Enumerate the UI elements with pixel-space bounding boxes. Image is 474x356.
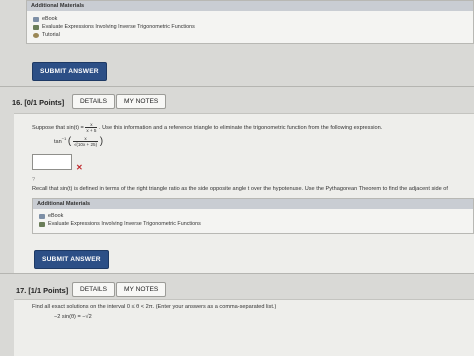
question-divider [0,273,474,274]
q16-evaluate-expressions-link[interactable]: Evaluate Expressions Involving Inverse T… [33,220,473,228]
tutorial-icon [33,32,39,38]
tutorial-label: Tutorial [42,32,60,38]
document-icon [33,24,39,30]
q17-my-notes-button[interactable]: MY NOTES [116,282,167,297]
q16-details-button[interactable]: DETAILS [72,94,115,109]
hint-marker: ? [32,177,36,183]
additional-materials-heading: Additional Materials [33,199,473,209]
question-16-body: Suppose that sin(t) = x x + 5 . Use this… [14,113,474,274]
q17-equation: −2 sin(θ) = −√2 [54,314,92,320]
evaluate-expressions-label: Evaluate Expressions Involving Inverse T… [42,24,195,30]
document-icon [39,221,45,227]
q16-my-notes-button[interactable]: MY NOTES [116,94,167,109]
q17-prompt: Find all exact solutions on the interval… [32,304,277,310]
submit-answer-button[interactable]: SUBMIT ANSWER [32,62,107,81]
q16-expression: tan−1 ( x √(10x + 25) ) [54,136,104,147]
q16-answer-input[interactable] [32,154,72,170]
question-16-number: 16. [0/1 Points] [12,98,65,107]
ebook-icon [39,213,45,219]
ebook-label: eBook [48,213,64,219]
q16-sin-fraction: x x + 5 [85,122,98,133]
q16-ebook-link[interactable]: eBook [33,212,473,220]
q17-details-button[interactable]: DETAILS [72,282,115,297]
q16-submit-answer-button[interactable]: SUBMIT ANSWER [34,250,109,269]
question-divider [0,86,474,87]
q16-expression-fraction: x √(10x + 25) [72,136,99,147]
ebook-icon [33,16,39,22]
q16-additional-materials: Additional Materials eBook Evaluate Expr… [32,198,474,234]
q16-prompt: Suppose that sin(t) = x x + 5 . Use this… [32,122,383,133]
evaluate-expressions-label: Evaluate Expressions Involving Inverse T… [48,221,201,227]
q16-hint: Recall that sin(t) is defined in terms o… [32,186,448,192]
tutorial-link[interactable]: Tutorial [27,31,473,39]
ebook-label: eBook [42,16,58,22]
question-17-header: 17. [1/1 Points] DETAILS MY NOTES [0,279,474,301]
top-additional-materials: Additional Materials eBook Evaluate Expr… [26,0,474,44]
question-17-body: Find all exact solutions on the interval… [14,299,474,356]
question-17-number: 17. [1/1 Points] [16,286,69,295]
question-16-header: 16. [0/1 Points] DETAILS MY NOTES [0,91,474,113]
ebook-link[interactable]: eBook [27,15,473,23]
evaluate-expressions-link[interactable]: Evaluate Expressions Involving Inverse T… [27,23,473,31]
additional-materials-heading: Additional Materials [27,1,473,11]
incorrect-icon: ✕ [76,163,83,172]
